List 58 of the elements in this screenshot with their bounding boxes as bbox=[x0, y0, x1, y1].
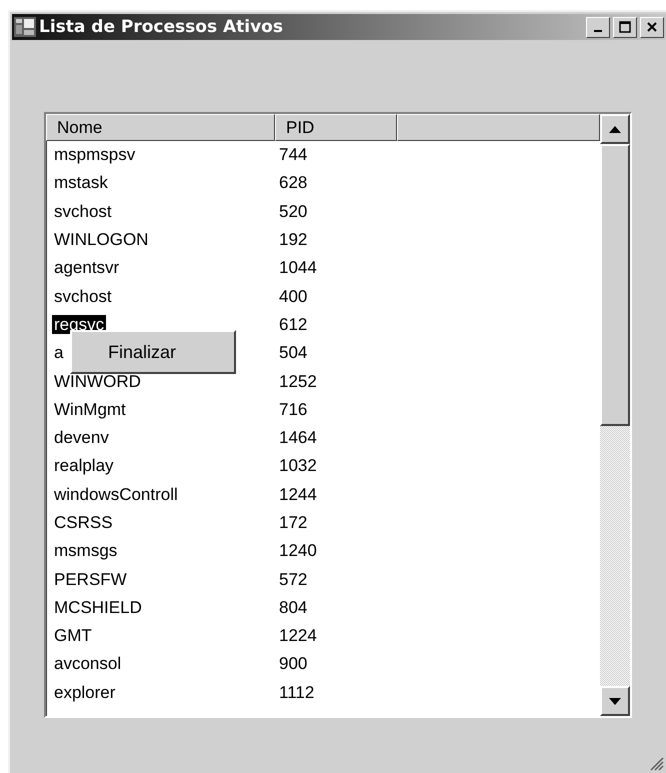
process-pid: 716 bbox=[279, 400, 308, 419]
resize-grip-icon[interactable] bbox=[648, 755, 664, 771]
process-pid: 1044 bbox=[279, 258, 317, 278]
process-name[interactable]: a bbox=[52, 343, 66, 362]
close-icon bbox=[646, 21, 658, 33]
process-pid: 804 bbox=[279, 598, 308, 617]
process-name[interactable]: mspmspsv bbox=[52, 145, 138, 164]
process-name[interactable]: CSRSS bbox=[52, 513, 115, 532]
process-pid: 1252 bbox=[279, 372, 317, 391]
minimize-icon bbox=[594, 30, 602, 32]
process-name[interactable]: explorer bbox=[52, 682, 118, 702]
process-name[interactable]: agentsvr bbox=[52, 258, 122, 278]
scroll-thumb[interactable] bbox=[600, 144, 630, 426]
window-title: Lista de Processos Ativos bbox=[39, 17, 284, 37]
process-pid: 572 bbox=[279, 570, 308, 589]
process-pid: 1032 bbox=[279, 456, 317, 476]
down-arrow-icon bbox=[609, 698, 621, 704]
scroll-down-button[interactable] bbox=[600, 686, 630, 716]
menu-item[interactable]: Finalizar bbox=[72, 340, 234, 364]
process-name[interactable]: msmsgs bbox=[52, 541, 120, 560]
process-pid: 1240 bbox=[279, 541, 317, 560]
process-name[interactable]: avconsol bbox=[52, 654, 124, 674]
process-name[interactable]: mstask bbox=[52, 173, 110, 192]
maximize-button[interactable] bbox=[613, 16, 637, 38]
process-name[interactable]: PERSFW bbox=[52, 570, 129, 589]
column-header[interactable] bbox=[397, 114, 600, 141]
process-pid: 520 bbox=[279, 202, 308, 221]
process-name[interactable]: MCSHIELD bbox=[52, 598, 144, 617]
column-header[interactable]: Nome bbox=[46, 114, 275, 141]
process-pid: 612 bbox=[279, 314, 308, 334]
process-pid: 192 bbox=[279, 230, 308, 250]
process-pid: 172 bbox=[279, 513, 308, 532]
process-pid: 628 bbox=[279, 173, 308, 192]
process-pid: 504 bbox=[279, 343, 308, 362]
minimize-button[interactable] bbox=[586, 16, 610, 38]
up-arrow-icon bbox=[609, 126, 621, 132]
process-name[interactable]: WinMgmt bbox=[52, 400, 128, 419]
process-pid: 900 bbox=[279, 654, 308, 674]
process-pid: 1464 bbox=[279, 428, 317, 448]
process-name[interactable]: svchost bbox=[52, 202, 114, 221]
process-pid: 744 bbox=[279, 145, 308, 164]
process-name[interactable]: windowsControll bbox=[52, 484, 180, 504]
close-button[interactable] bbox=[640, 16, 664, 38]
app-icon bbox=[14, 17, 36, 37]
process-name[interactable]: svchost bbox=[52, 286, 114, 306]
process-name[interactable]: WINLOGON bbox=[52, 230, 150, 250]
process-name[interactable]: devenv bbox=[52, 428, 111, 448]
scrollbar[interactable] bbox=[600, 114, 630, 716]
process-pid: 1112 bbox=[279, 682, 314, 702]
process-pid: 1224 bbox=[279, 626, 317, 646]
process-name[interactable]: WINWORD bbox=[52, 372, 143, 391]
process-pid: 400 bbox=[279, 286, 308, 306]
process-name[interactable]: GMT bbox=[52, 626, 94, 646]
maximize-icon bbox=[619, 21, 631, 33]
process-pid: 1244 bbox=[279, 484, 317, 504]
process-name[interactable]: realplay bbox=[52, 456, 116, 476]
scroll-up-button[interactable] bbox=[600, 114, 630, 144]
column-header[interactable]: PID bbox=[275, 114, 397, 141]
